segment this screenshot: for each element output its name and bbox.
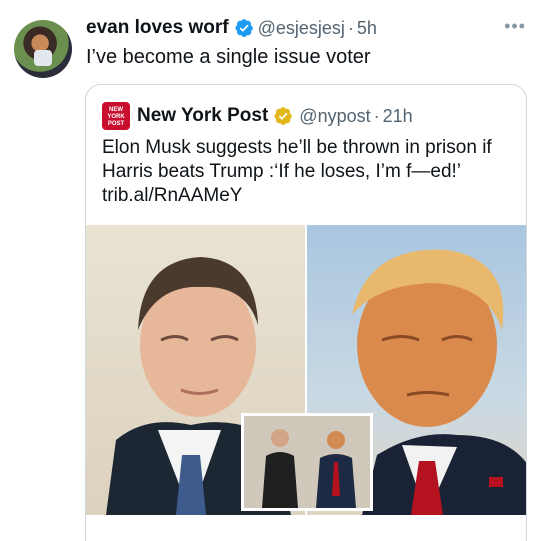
tweet-header: evan loves worf @esjesjesj · 5h bbox=[86, 17, 377, 39]
quoted-tweet-header: NEW YORK POST New York Post @nypost · 21h bbox=[102, 102, 413, 130]
nypost-logo[interactable]: NEW YORK POST bbox=[102, 102, 130, 130]
quoted-headline: Elon Musk suggests he’ll be thrown in pr… bbox=[102, 137, 492, 182]
musk-and-trump-photo[interactable] bbox=[241, 413, 373, 511]
author-name[interactable]: evan loves worf bbox=[86, 17, 229, 39]
separator-dot: · bbox=[347, 17, 354, 38]
quoted-author-name[interactable]: New York Post bbox=[137, 105, 268, 127]
author-avatar[interactable] bbox=[14, 20, 72, 78]
separator-dot: · bbox=[373, 105, 380, 126]
author-handle[interactable]: @esjesjesj bbox=[258, 18, 345, 39]
verified-gold-badge-icon bbox=[274, 107, 293, 125]
quoted-tweet-time[interactable]: 21h bbox=[383, 106, 413, 127]
quoted-author-handle[interactable]: @nypost bbox=[299, 106, 370, 127]
quoted-media[interactable] bbox=[86, 225, 526, 515]
tweet-text: I’ve become a single issue voter bbox=[86, 46, 371, 68]
quoted-link[interactable]: trib.al/RnAAMeY bbox=[102, 184, 514, 208]
verified-badge-icon bbox=[235, 19, 253, 37]
tweet-time[interactable]: 5h bbox=[357, 18, 377, 39]
quoted-tweet[interactable]: NEW YORK POST New York Post @nypost · 21h … bbox=[85, 84, 527, 541]
inset-illustration bbox=[244, 416, 370, 508]
more-icon[interactable]: ••• bbox=[504, 16, 526, 37]
quoted-tweet-text: Elon Musk suggests he’ll be thrown in pr… bbox=[102, 136, 514, 208]
